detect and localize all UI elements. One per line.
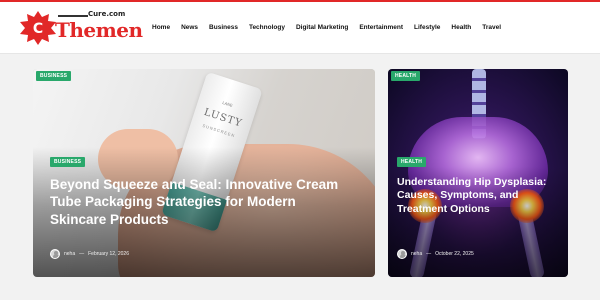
logo-divider bbox=[58, 15, 88, 17]
logo-wordmark: Themen bbox=[55, 18, 143, 42]
category-badge[interactable]: BUSINESS bbox=[50, 157, 86, 167]
meta-separator: — bbox=[79, 251, 85, 257]
side-post-card[interactable]: HEALTH HEALTH Understanding Hip Dysplasi… bbox=[388, 69, 568, 277]
main-navigation: Home News Business Technology Digital Ma… bbox=[152, 24, 512, 38]
nav-item-health[interactable]: Health bbox=[451, 24, 471, 38]
nav-item-news[interactable]: News bbox=[181, 24, 198, 38]
post-date: February 12, 2026 bbox=[88, 251, 129, 257]
site-header: C Cure.com Themen Home News Business Tec… bbox=[0, 2, 600, 54]
post-meta: neha — February 12, 2026 bbox=[50, 249, 129, 259]
author-avatar[interactable] bbox=[397, 249, 407, 259]
nav-item-home[interactable]: Home bbox=[152, 24, 170, 38]
category-badge-top[interactable]: HEALTH bbox=[391, 71, 421, 81]
author-name[interactable]: neha bbox=[64, 251, 75, 257]
nav-item-business[interactable]: Business bbox=[209, 24, 238, 38]
post-title[interactable]: Beyond Squeeze and Seal: Innovative Crea… bbox=[50, 176, 350, 228]
post-date: October 22, 2025 bbox=[435, 251, 474, 257]
author-name[interactable]: neha bbox=[411, 251, 422, 257]
nav-item-travel[interactable]: Travel bbox=[482, 24, 501, 38]
logo-tagline: Cure.com bbox=[88, 10, 126, 18]
category-badge[interactable]: HEALTH bbox=[397, 157, 427, 167]
logo-splash-icon: C bbox=[20, 11, 56, 45]
author-avatar[interactable] bbox=[50, 249, 60, 259]
nav-item-entertainment[interactable]: Entertainment bbox=[359, 24, 403, 38]
nav-item-technology[interactable]: Technology bbox=[249, 24, 285, 38]
svg-text:C: C bbox=[33, 21, 43, 37]
category-badge-top[interactable]: BUSINESS bbox=[36, 71, 72, 81]
post-title[interactable]: Understanding Hip Dysplasia: Causes, Sym… bbox=[397, 176, 557, 216]
meta-separator: — bbox=[426, 251, 432, 257]
site-logo[interactable]: C Cure.com Themen bbox=[18, 9, 143, 47]
nav-item-lifestyle[interactable]: Lifestyle bbox=[414, 24, 440, 38]
post-meta: neha — October 22, 2025 bbox=[397, 249, 474, 259]
featured-post-card[interactable]: LANE LUSTY SUNSCREEN BUSINESS BUSINESS B… bbox=[33, 69, 375, 277]
nav-item-digital-marketing[interactable]: Digital Marketing bbox=[296, 24, 348, 38]
